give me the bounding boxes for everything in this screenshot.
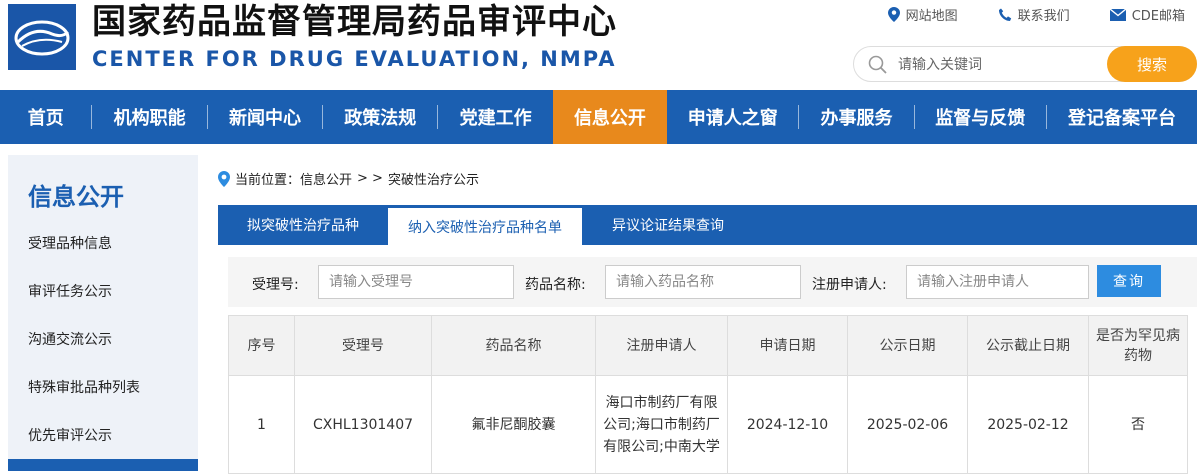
filter-bar: 受理号: 药品名称: 注册申请人: 查询	[228, 257, 1197, 307]
breadcrumb-current[interactable]: 突破性治疗公示	[388, 169, 479, 188]
nav-item-party[interactable]: 党建工作	[438, 90, 552, 144]
contact-us-label: 联系我们	[1017, 9, 1070, 24]
accept-no-label: 受理号:	[252, 277, 299, 293]
table-header-row: 序号 受理号 药品名称 注册申请人 申请日期 公示日期 公示截止日期 是否为罕见…	[228, 315, 1188, 376]
cell-applicant: 海口市制药厂有限公司;海口市制药厂有限公司;中南大学	[595, 375, 728, 474]
col-header-publish-date: 公示日期	[847, 315, 968, 376]
nav-item-registration-platform[interactable]: 登记备案平台	[1047, 90, 1197, 144]
cde-mail-label: CDE邮箱	[1131, 9, 1185, 24]
nmpa-logo[interactable]	[8, 4, 76, 70]
nav-item-policy[interactable]: 政策法规	[323, 90, 437, 144]
nav-item-supervision[interactable]: 监督与反馈	[915, 90, 1046, 144]
applicant-label: 注册申请人:	[812, 277, 887, 293]
sidebar-item-active[interactable]	[8, 459, 198, 471]
sidebar: 信息公开 受理品种信息 审评任务公示 沟通交流公示 特殊审批品种列表 优先审评公…	[8, 155, 198, 471]
col-header-deadline: 公示截止日期	[967, 315, 1089, 376]
tab-included-breakthrough-list[interactable]: 纳入突破性治疗品种名单	[388, 205, 582, 245]
search-input[interactable]	[898, 53, 1098, 77]
site-search: 搜索	[853, 46, 1197, 82]
col-header-apply-date: 申请日期	[727, 315, 848, 376]
col-header-accept-no: 受理号	[294, 315, 432, 376]
sidebar-item-special-approval[interactable]: 特殊审批品种列表	[28, 377, 140, 397]
cell-publish-date: 2025-02-06	[847, 375, 968, 474]
cde-mail-link[interactable]: CDE邮箱	[1109, 5, 1185, 24]
nav-item-services[interactable]: 办事服务	[799, 90, 913, 144]
phone-icon	[998, 8, 1011, 21]
top-links: 网站地图 联系我们 CDE邮箱	[848, 5, 1185, 24]
main-content: 拟突破性治疗品种 纳入突破性治疗品种名单 异议论证结果查询 受理号: 药品名称:…	[218, 205, 1197, 474]
col-header-rare-disease: 是否为罕见病药物	[1088, 315, 1188, 376]
sidebar-item-communication[interactable]: 沟通交流公示	[28, 329, 112, 349]
breadcrumb: 当前位置：信息公开 > > 突破性治疗公示	[218, 169, 479, 188]
col-header-drug-name: 药品名称	[431, 315, 596, 376]
cell-rare-disease: 否	[1088, 375, 1188, 474]
site-title-cn: 国家药品监督管理局药品审评中心	[92, 2, 617, 42]
map-pin-icon	[887, 7, 900, 22]
nav-item-news[interactable]: 新闻中心	[208, 90, 322, 144]
drug-name-label: 药品名称:	[525, 277, 586, 293]
drug-name-input[interactable]	[605, 265, 801, 299]
cell-index: 1	[228, 375, 295, 474]
col-header-applicant: 注册申请人	[595, 315, 728, 376]
location-icon	[218, 170, 230, 187]
nav-item-info-disclosure[interactable]: 信息公开	[552, 90, 668, 144]
mail-icon	[1109, 8, 1126, 21]
applicant-input[interactable]	[906, 265, 1089, 299]
query-button[interactable]: 查询	[1097, 265, 1161, 297]
cell-accept-no: CXHL1301407	[294, 375, 432, 474]
logo-emblem-icon	[14, 20, 70, 56]
breadcrumb-separator: > >	[357, 171, 383, 186]
sidebar-item-review-tasks[interactable]: 审评任务公示	[28, 281, 112, 301]
tab-proposed-breakthrough[interactable]: 拟突破性治疗品种	[218, 205, 388, 245]
site-map-label: 网站地图	[905, 9, 958, 24]
main-nav: 首页 机构职能 新闻中心 政策法规 党建工作 信息公开 申请人之窗 办事服务 监督与反馈 登记备案…	[0, 90, 1197, 144]
table-row[interactable]: 1 CXHL1301407 氟非尼酮胶囊 海口市制药厂有限公司;海口市制药厂有限…	[228, 375, 1188, 474]
site-title-en: CENTER FOR DRUG EVALUATION, NMPA	[92, 47, 617, 71]
nav-item-functions[interactable]: 机构职能	[92, 90, 206, 144]
col-header-index: 序号	[228, 315, 295, 376]
contact-us-link[interactable]: 联系我们	[998, 5, 1070, 24]
tab-objection-results[interactable]: 异议论证结果查询	[582, 205, 754, 245]
search-button[interactable]: 搜索	[1107, 46, 1197, 82]
nav-item-home[interactable]: 首页	[0, 90, 91, 144]
results-table: 序号 受理号 药品名称 注册申请人 申请日期 公示日期 公示截止日期 是否为罕见…	[228, 315, 1188, 474]
accept-no-input[interactable]	[318, 265, 514, 299]
cell-drug-name[interactable]: 氟非尼酮胶囊	[431, 375, 596, 474]
sidebar-title: 信息公开	[28, 183, 124, 211]
search-icon	[868, 55, 887, 74]
site-map-link[interactable]: 网站地图	[887, 5, 958, 24]
cell-deadline: 2025-02-12	[967, 375, 1089, 474]
site-header: 国家药品监督管理局药品审评中心 CENTER FOR DRUG EVALUATI…	[0, 0, 1197, 90]
breadcrumb-prefix[interactable]: 当前位置：信息公开	[235, 169, 352, 188]
sidebar-item-priority-review[interactable]: 优先审评公示	[28, 425, 112, 445]
cell-apply-date: 2024-12-10	[727, 375, 848, 474]
tab-bar: 拟突破性治疗品种 纳入突破性治疗品种名单 异议论证结果查询	[218, 205, 1197, 245]
nav-item-applicant-window[interactable]: 申请人之窗	[667, 90, 798, 144]
sidebar-item-accepted-info[interactable]: 受理品种信息	[28, 233, 112, 253]
